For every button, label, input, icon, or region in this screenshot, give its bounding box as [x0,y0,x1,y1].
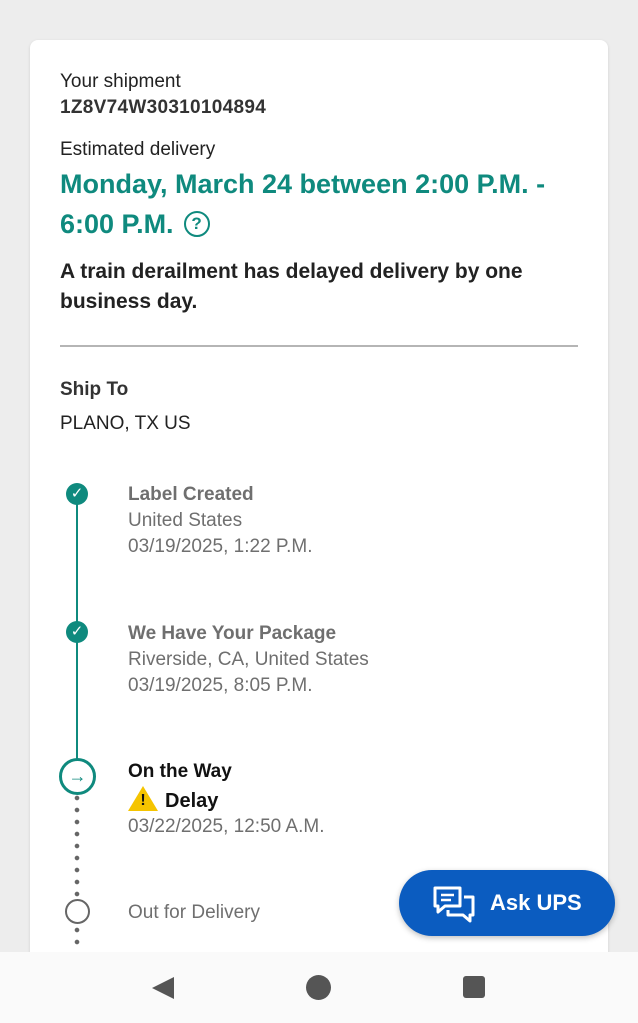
timeline-dotted-line [74,792,80,900]
timeline-step-title: On the Way [128,761,232,782]
shipment-label: Your shipment [60,71,181,92]
ship-to-label: Ship To [60,379,129,400]
timeline-step-location: Riverside, CA, United States [128,649,369,670]
shipment-card: Your shipment 1Z8V74W30310104894 Estimat… [30,40,608,980]
warning-icon: ! [128,786,158,811]
recent-apps-icon[interactable] [463,976,485,998]
ask-ups-label: Ask UPS [490,890,582,915]
android-nav-bar [0,952,638,1023]
home-icon[interactable] [306,975,331,1000]
back-icon[interactable] [152,977,174,999]
timeline-step-title: We Have Your Package [128,623,337,644]
delay-status: ! Delay [128,786,218,813]
timeline-step-location: United States [128,510,243,531]
arrow-right-icon: → [59,758,96,795]
delivery-window-text: Monday, March 24 between 2:00 P.M. - 6:0… [60,169,546,239]
delay-alert-message: A train derailment has delayed delivery … [60,260,523,313]
delay-label: Delay [165,790,219,812]
check-icon: ✓ [66,621,88,643]
estimated-delivery-window: Monday, March 24 between 2:00 P.M. - 6:0… [60,164,580,244]
divider [60,345,578,347]
empty-circle-icon [65,899,90,924]
timeline-step-title: Out for Delivery [128,902,260,923]
ask-ups-button[interactable]: Ask UPS [399,870,615,936]
timeline-dotted-line [74,924,80,948]
ship-to-value: PLANO, TX US [60,413,191,434]
question-circle-icon[interactable]: ? [183,211,210,237]
timeline-step-datetime: 03/22/2025, 12:50 A.M. [128,816,325,837]
estimated-delivery-label: Estimated delivery [60,139,216,160]
screen: Your shipment 1Z8V74W30310104894 Estimat… [0,0,638,1023]
tracking-number: 1Z8V74W30310104894 [60,97,267,118]
check-icon: ✓ [66,483,88,505]
timeline-step-title: Label Created [128,484,254,505]
timeline-step-datetime: 03/19/2025, 1:22 P.M. [128,536,313,557]
chat-bubbles-icon [433,886,475,923]
timeline-step-datetime: 03/19/2025, 8:05 P.M. [128,675,313,696]
